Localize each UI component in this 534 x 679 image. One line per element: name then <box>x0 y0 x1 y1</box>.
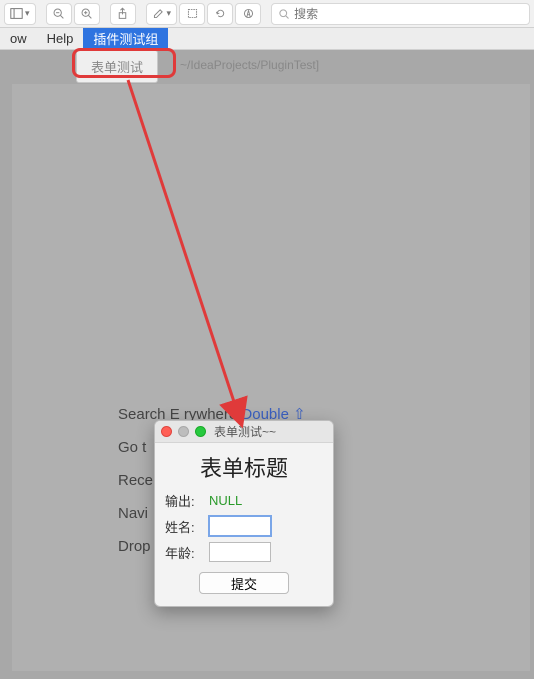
menu-item-help[interactable]: Help <box>37 28 84 49</box>
sidebar-toggle-button[interactable]: ▾ <box>4 3 36 25</box>
menubar: ow Help 插件测试组 <box>0 28 534 50</box>
crop-button[interactable] <box>179 3 205 25</box>
markup-button[interactable] <box>235 3 261 25</box>
share-button[interactable] <box>110 3 136 25</box>
zoom-in-button[interactable] <box>74 3 100 25</box>
submenu-form-test[interactable]: 表单测试 <box>76 50 158 83</box>
top-toolbar: ▾ ▾ <box>0 0 534 28</box>
search-icon <box>278 8 290 20</box>
output-label: 输出: <box>165 491 201 510</box>
zoom-out-icon <box>52 7 65 20</box>
minimize-icon[interactable] <box>178 426 189 437</box>
close-icon[interactable] <box>161 426 172 437</box>
panel-icon <box>10 7 23 20</box>
name-label: 姓名: <box>165 517 201 536</box>
dialog-window-title: 表单测试~~ <box>214 423 276 440</box>
edit-button[interactable]: ▾ <box>146 3 178 25</box>
share-icon <box>116 7 129 20</box>
search-box[interactable] <box>271 3 530 25</box>
pencil-icon <box>152 7 165 20</box>
path-bar: ~/IdeaProjects/PluginTest] <box>180 58 319 72</box>
dialog-title: 表单标题 <box>165 451 323 483</box>
zoom-out-button[interactable] <box>46 3 72 25</box>
age-label: 年龄: <box>165 543 201 562</box>
markup-icon <box>242 7 255 20</box>
name-input[interactable] <box>209 516 271 536</box>
submit-button[interactable]: 提交 <box>199 572 289 594</box>
maximize-icon[interactable] <box>195 426 206 437</box>
search-input[interactable] <box>294 7 523 21</box>
crop-icon <box>186 7 199 20</box>
form-test-dialog: 表单测试~~ 表单标题 输出: NULL 姓名: 年龄: 提交 <box>154 420 334 607</box>
dialog-titlebar[interactable]: 表单测试~~ <box>155 421 333 443</box>
rotate-icon <box>214 7 227 20</box>
output-value: NULL <box>209 493 242 508</box>
menu-item-plugin-test-group[interactable]: 插件测试组 <box>83 28 168 49</box>
rotate-button[interactable] <box>207 3 233 25</box>
menu-item-ow[interactable]: ow <box>0 28 37 49</box>
zoom-in-icon <box>80 7 93 20</box>
age-input[interactable] <box>209 542 271 562</box>
